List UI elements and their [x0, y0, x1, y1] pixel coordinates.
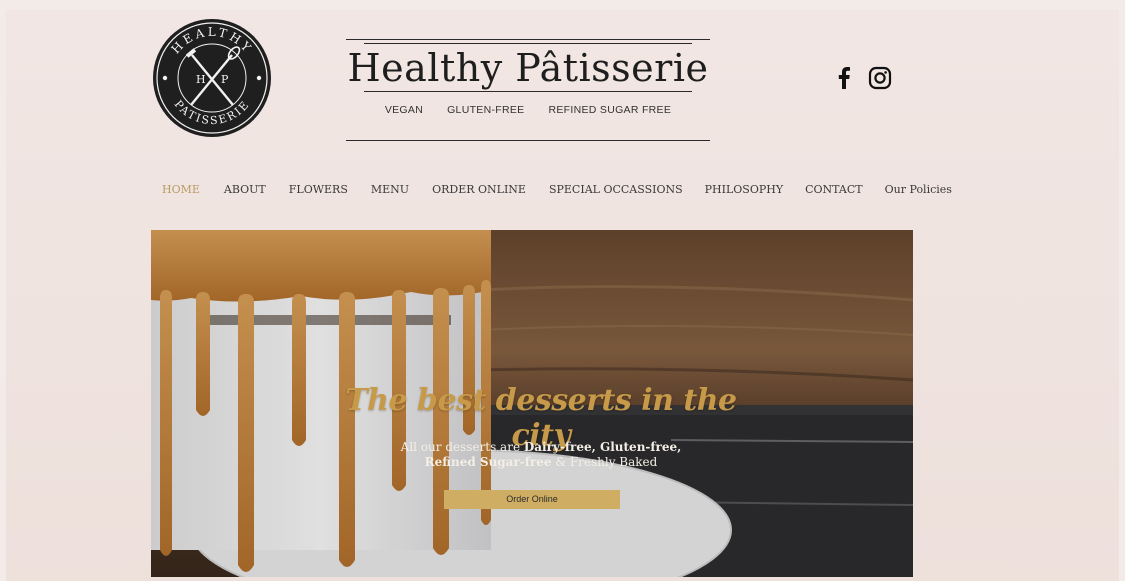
nav-item-contact[interactable]: CONTACT — [805, 183, 863, 196]
title-rule-top — [346, 39, 710, 40]
main-nav: HOME ABOUT FLOWERS MENU ORDER ONLINE SPE… — [162, 183, 952, 196]
header-tags: VEGAN GLUTEN-FREE REFINED SUGAR FREE — [346, 104, 710, 116]
hero-subtitle-bold-2: Refined Sugar-free — [424, 455, 552, 469]
site-title[interactable]: Healthy Pâtisserie — [346, 46, 710, 90]
instagram-icon[interactable] — [868, 66, 892, 95]
hero-subtitle-bold-1: Dairy-free, Gluten-free, — [523, 440, 682, 454]
nav-item-home[interactable]: HOME — [162, 183, 200, 196]
nav-item-menu[interactable]: MENU — [371, 183, 409, 196]
hero-subtitle-suffix: & Freshly Baked — [551, 455, 658, 469]
nav-item-order-online[interactable]: ORDER ONLINE — [432, 183, 526, 196]
nav-item-special-occassions[interactable]: SPECIAL OCCASSIONS — [549, 183, 683, 196]
tag-refined-sugar-free: REFINED SUGAR FREE — [548, 104, 672, 116]
title-rule-top-inner — [364, 43, 692, 44]
nav-item-philosophy[interactable]: PHILOSOPHY — [705, 183, 783, 196]
hero-banner: The best desserts in the city All our de… — [151, 230, 913, 577]
nav-item-our-policies[interactable]: Our Policies — [885, 183, 952, 196]
logo-letter-h: H — [196, 73, 206, 86]
order-online-button[interactable]: Order Online — [444, 490, 620, 509]
logo-ring-top: HEALTHY — [169, 25, 253, 56]
logo-letter-p: P — [221, 73, 229, 86]
svg-text:HEALTHY: HEALTHY — [169, 25, 256, 56]
tag-gluten-free: GLUTEN-FREE — [447, 104, 525, 116]
facebook-icon[interactable] — [838, 67, 850, 94]
site-logo[interactable]: HEALTHY PATISSERIE H P — [153, 19, 271, 137]
title-rule-bottom — [346, 140, 710, 141]
tag-vegan: VEGAN — [384, 104, 424, 116]
nav-item-about[interactable]: ABOUT — [224, 183, 266, 196]
title-rule-middle — [364, 91, 692, 92]
social-links — [838, 66, 892, 95]
hero-subtitle: All our desserts are Dairy-free, Gluten-… — [391, 440, 691, 470]
header-title-block: Healthy Pâtisserie VEGAN GLUTEN-FREE REF… — [346, 38, 710, 142]
nav-item-flowers[interactable]: FLOWERS — [289, 183, 348, 196]
hero-subtitle-prefix: All our desserts are — [400, 440, 524, 454]
